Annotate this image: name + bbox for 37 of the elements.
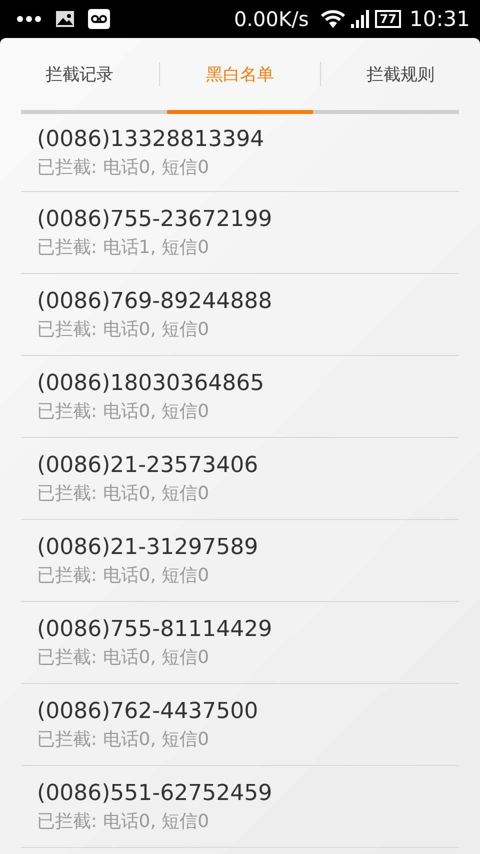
tab[interactable]: 拦截规则 <box>358 56 442 92</box>
phone-number: (0086)755-23672199 <box>37 206 274 234</box>
list-item[interactable]: (0086)551-62752459 已拦截: 电话0, 短信0 <box>21 766 459 848</box>
block-count: 已拦截: 电话0, 短信0 <box>37 482 210 506</box>
voicemail-icon <box>88 9 110 29</box>
list-item[interactable]: (0086)13328813394 已拦截: 电话0, 短信0 <box>21 114 459 192</box>
list-item[interactable]: (0086)21-23573406 已拦截: 电话0, 短信0 <box>21 438 459 520</box>
block-count: 已拦截: 电话0, 短信0 <box>37 156 210 180</box>
phone-number: (0086)18030364865 <box>37 370 266 398</box>
phone-number: (0086)13328813394 <box>37 126 266 154</box>
block-count: 已拦截: 电话0, 短信0 <box>37 646 210 670</box>
block-count: 已拦截: 电话0, 短信0 <box>37 400 210 424</box>
phone-number: (0086)755-81114429 <box>37 616 274 644</box>
block-count: 已拦截: 电话1, 短信0 <box>37 236 210 260</box>
image-icon <box>56 11 74 27</box>
list-item[interactable]: (0086)762-4437500 已拦截: 电话0, 短信0 <box>21 684 459 766</box>
signal-icon <box>350 10 369 28</box>
wifi-icon <box>320 10 345 28</box>
list-item[interactable]: (0086)21-31297589 已拦截: 电话0, 短信0 <box>21 520 459 602</box>
block-count: 已拦截: 电话0, 短信0 <box>37 318 210 342</box>
tab[interactable]: 拦截记录 <box>38 56 122 92</box>
list-item[interactable]: (0086)769-89244888 已拦截: 电话0, 短信0 <box>21 274 459 356</box>
phone-number: (0086)21-23573406 <box>37 452 260 480</box>
phone-number: (0086)762-4437500 <box>37 698 260 726</box>
phone-number: (0086)551-62752459 <box>37 780 274 808</box>
list-item[interactable]: (0086)755-81114429 已拦截: 电话0, 短信0 <box>21 602 459 684</box>
list-item[interactable]: (0086)755-23672199 已拦截: 电话1, 短信0 <box>21 192 459 274</box>
list-item[interactable]: (0086)18030364865 已拦截: 电话0, 短信0 <box>21 356 459 438</box>
phone-number: (0086)21-31297589 <box>37 534 260 562</box>
block-count: 已拦截: 电话0, 短信0 <box>37 810 210 834</box>
clock: 10:31 <box>409 7 470 31</box>
phone-number: (0086)769-89244888 <box>37 288 274 316</box>
more-icon <box>16 14 42 24</box>
block-count: 已拦截: 电话0, 短信0 <box>37 728 210 752</box>
network-speed: 0.00K/s <box>234 7 309 31</box>
block-count: 已拦截: 电话0, 短信0 <box>37 564 210 588</box>
battery-icon: 77 <box>374 10 402 28</box>
